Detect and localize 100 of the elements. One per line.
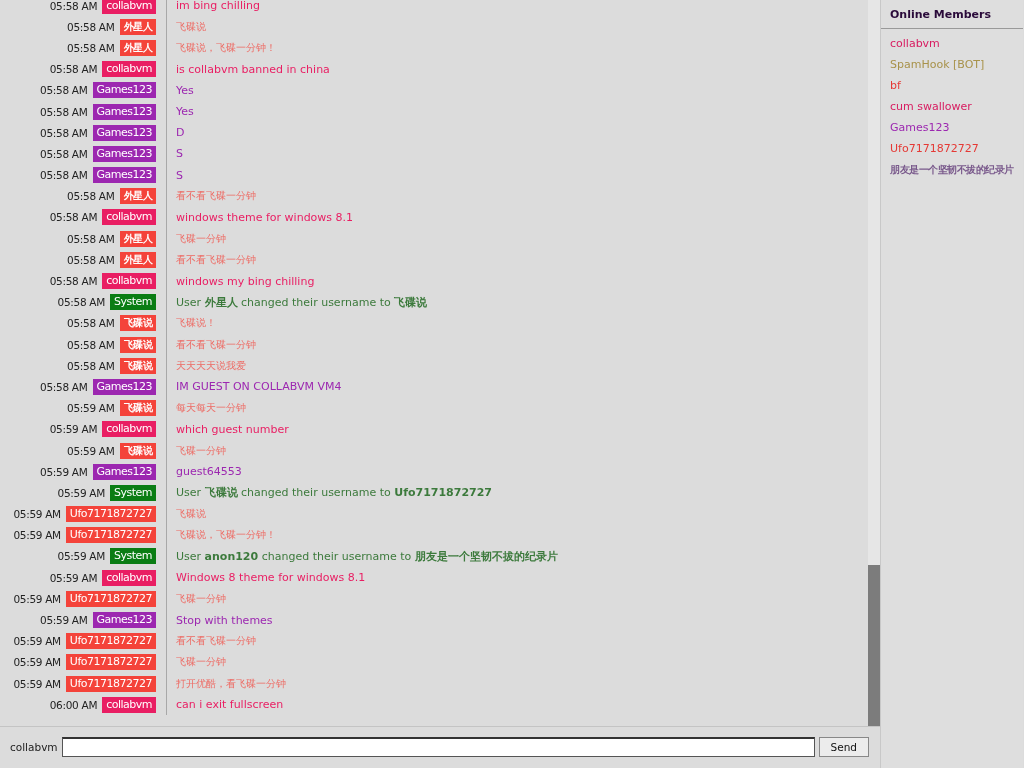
message-time: 05:59 AM	[67, 402, 115, 415]
message-text: S	[175, 168, 183, 182]
message-text: IM GUEST ON COLLABVM VM4	[175, 380, 342, 394]
username-badge: 外星人	[119, 18, 156, 35]
username-badge: Games123	[92, 145, 156, 162]
send-button[interactable]: Send	[818, 737, 869, 757]
message-time: 05:59 AM	[13, 592, 61, 605]
username-badge: System	[109, 484, 156, 501]
message-text: 飞碟说！	[175, 316, 216, 331]
username-badge: Ufo7171872727	[65, 675, 156, 692]
message-text: Stop with themes	[175, 613, 273, 627]
username-badge: Games123	[92, 167, 156, 184]
message-time: 05:58 AM	[67, 232, 115, 245]
message-time: 05:58 AM	[49, 275, 98, 288]
message-text: 飞碟一分钟	[175, 591, 226, 606]
message-time: 05:58 AM	[67, 253, 115, 266]
username-badge: 外星人	[119, 39, 156, 56]
message-time: 05:59 AM	[13, 635, 61, 648]
message-input[interactable]	[61, 737, 815, 757]
username-badge: Games123	[92, 124, 156, 141]
message-text: User anon120 changed their username to 朋友是一个坚韧不拔的纪录片	[175, 548, 558, 564]
scrollbar[interactable]	[868, 0, 880, 726]
username-badge: collabvm	[102, 0, 156, 14]
message-text: 飞碟说	[175, 19, 206, 34]
username-badge: collabvm	[102, 696, 156, 713]
message-text: 每天每天一分钟	[175, 401, 246, 416]
message-text: User 飞碟说 changed their username to Ufo7171872727	[175, 485, 493, 501]
message-time: 05:59 AM	[40, 614, 88, 627]
username-badge: System	[109, 548, 156, 565]
member-name[interactable]: cum swallower	[890, 96, 1023, 117]
message-text: 看不看飞碟一分钟	[175, 252, 256, 267]
username-badge: Games123	[92, 612, 156, 629]
username-badge: collabvm	[102, 209, 156, 226]
message-time: 05:58 AM	[40, 380, 88, 393]
message-time: 05:58 AM	[67, 338, 115, 351]
username-badge: Ufo7171872727	[65, 633, 156, 650]
username-badge: Games123	[92, 463, 156, 480]
message-time: 05:59 AM	[13, 529, 61, 542]
message-text: S	[175, 147, 183, 161]
message-time: 05:58 AM	[49, 0, 98, 12]
member-name[interactable]: Games123	[890, 117, 1023, 138]
member-name[interactable]: Ufo7171872727	[890, 138, 1023, 159]
message-text: 飞碟一分钟	[175, 655, 226, 670]
username-badge: 外星人	[119, 230, 156, 247]
message-text: 打开优酷，看飞碟一分钟	[175, 676, 286, 691]
message-time: 05:58 AM	[40, 126, 88, 139]
username-badge: Ufo7171872727	[65, 654, 156, 671]
username-label: collabvm	[10, 741, 58, 753]
message-text: can i exit fullscreen	[175, 698, 284, 712]
username-badge: 飞碟说	[119, 315, 156, 332]
message-time: 05:58 AM	[67, 190, 115, 203]
message-text: D	[175, 126, 185, 140]
message-time: 05:58 AM	[40, 84, 88, 97]
message-text: guest64553	[175, 465, 242, 479]
username-badge: Ufo7171872727	[65, 506, 156, 523]
username-badge: 外星人	[119, 188, 156, 205]
message-time: 05:59 AM	[49, 571, 98, 584]
message-text: 飞碟说	[175, 507, 206, 522]
message-text: im bing chilling	[175, 0, 260, 13]
message-text: which guest number	[175, 422, 289, 436]
message-time: 05:59 AM	[13, 656, 61, 669]
scrollbar-thumb[interactable]	[868, 565, 880, 726]
message-time: 05:58 AM	[67, 359, 115, 372]
username-badge: collabvm	[102, 569, 156, 586]
message-text: 飞碟一分钟	[175, 231, 226, 246]
message-time: 05:58 AM	[40, 169, 88, 182]
username-badge: collabvm	[102, 61, 156, 78]
message-time: 05:59 AM	[49, 423, 98, 436]
username-badge: Ufo7171872727	[65, 590, 156, 607]
username-badge: 飞碟说	[119, 400, 156, 417]
message-time: 05:58 AM	[67, 41, 115, 54]
message-time: 06:00 AM	[49, 698, 98, 711]
message-text: windows theme for windows 8.1	[175, 210, 354, 224]
message-text: 飞碟说，飞碟一分钟！	[175, 528, 276, 543]
username-badge: 飞碟说	[119, 357, 156, 374]
username-badge: 外星人	[119, 251, 156, 268]
message-time: 05:58 AM	[49, 63, 98, 76]
member-name[interactable]: bf	[890, 75, 1023, 96]
message-time: 05:58 AM	[49, 211, 98, 224]
message-time: 05:59 AM	[67, 444, 115, 457]
member-name[interactable]: collabvm	[890, 33, 1023, 54]
message-text: User 外星人 changed their username to 飞碟说	[175, 294, 428, 310]
member-name[interactable]: 朋友是一个坚韧不拔的纪录片	[890, 159, 1023, 180]
member-name[interactable]: SpamHook [BOT]	[890, 54, 1023, 75]
message-text: Yes	[175, 83, 194, 97]
message-text: 飞碟一分钟	[175, 443, 226, 458]
message-time: 05:59 AM	[57, 550, 105, 563]
username-badge: Games123	[92, 378, 156, 395]
message-text: 飞碟说，飞碟一分钟！	[175, 40, 276, 55]
username-badge: Games123	[92, 103, 156, 120]
message-time: 05:58 AM	[67, 20, 115, 33]
message-time: 05:59 AM	[13, 677, 61, 690]
message-text: 看不看飞碟一分钟	[175, 634, 256, 649]
message-text: Windows 8 theme for windows 8.1	[175, 571, 366, 585]
username-badge: Games123	[92, 82, 156, 99]
username-badge: collabvm	[102, 421, 156, 438]
message-time: 05:58 AM	[67, 317, 115, 330]
message-time: 05:59 AM	[13, 508, 61, 521]
message-text: windows my bing chilling	[175, 274, 315, 288]
username-badge: System	[109, 294, 156, 311]
